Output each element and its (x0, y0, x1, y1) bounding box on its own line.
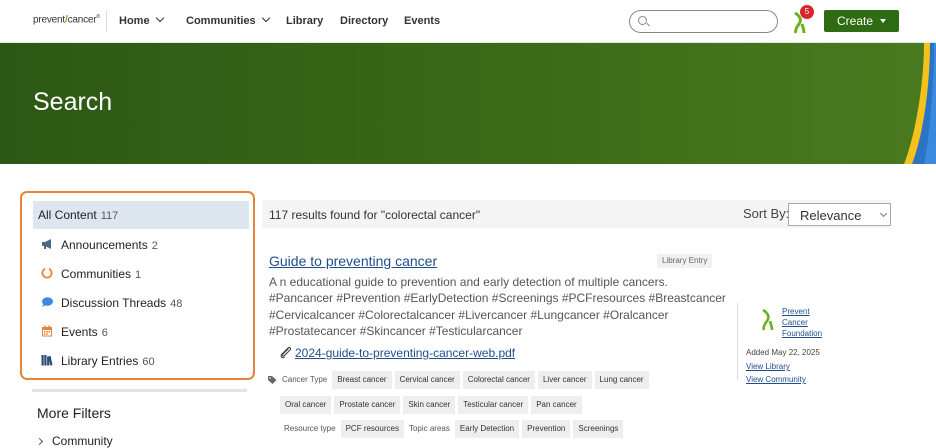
page-title: Search (33, 88, 113, 116)
filter-discussion-threads[interactable]: Discussion Threads 48 (33, 288, 249, 316)
filter-count: 1 (135, 269, 142, 281)
nav-events[interactable]: Events (404, 15, 440, 27)
foundation-ribbon-logo (762, 309, 774, 331)
logo-cancer: cancer (67, 14, 97, 26)
tag-chip[interactable]: Liver cancer (537, 371, 592, 389)
calendar-icon (42, 325, 52, 337)
results-summary: 117 results found for "colorectal cancer… (269, 208, 481, 222)
create-button-label: Create (836, 14, 874, 28)
filter-divider (32, 389, 247, 392)
filter-label: Communities (61, 267, 132, 281)
attachment-link[interactable]: 2024-guide-to-preventing-cancer-web.pdf (280, 346, 515, 360)
result-title-link[interactable]: Guide to preventing cancer (269, 253, 437, 269)
attachment-filename: 2024-guide-to-preventing-cancer-web.pdf (295, 346, 516, 360)
filter-label: Library Entries (61, 354, 139, 368)
content-type-filter-panel: All Content 117 Announcements 2 Communitie… (20, 191, 255, 380)
tag-chip[interactable]: Skin cancer (403, 396, 456, 414)
search-input[interactable] (652, 14, 772, 29)
filter-announcements[interactable]: Announcements 2 (33, 230, 249, 258)
tag-chip[interactable]: Prevention (522, 420, 571, 438)
result-type-badge: Library Entry (657, 254, 713, 268)
page-banner: Search (0, 43, 936, 164)
search-icon (638, 16, 647, 25)
filter-count: 48 (170, 298, 183, 310)
megaphone-icon (42, 239, 51, 249)
logo-trademark: ® (96, 14, 100, 20)
filter-count: 6 (101, 327, 108, 339)
chat-bubble-icon (42, 297, 53, 307)
topic-areas-label: Topic areas (408, 424, 450, 433)
chevron-down-icon (155, 13, 164, 23)
tag-chip[interactable]: Prostate cancer (334, 396, 401, 414)
tag-chip[interactable]: Breast cancer (332, 371, 392, 389)
filter-count: 60 (142, 356, 155, 368)
org-name-line: Cancer (782, 318, 808, 327)
sort-by-label: Sort By: (743, 206, 790, 221)
filter-count: 2 (151, 240, 158, 252)
nav-library[interactable]: Library (286, 15, 323, 27)
search-box[interactable] (629, 10, 778, 33)
top-nav: prevent/cancer® Home Communities Library… (0, 0, 936, 43)
filter-count: 117 (100, 210, 119, 222)
more-filters-heading: More Filters (37, 405, 111, 421)
nav-communities-label: Communities (186, 15, 256, 27)
notification-badge: 5 (800, 5, 814, 19)
tag-chip[interactable]: Testicular cancer (458, 396, 529, 414)
tag-icon (268, 376, 277, 384)
books-icon (41, 355, 53, 366)
sort-select-value: Relevance (800, 208, 862, 223)
nav-library-label: Library (286, 15, 324, 27)
cancer-type-tags-row-1: Cancer Type Breast cancer Cervical cancer C… (268, 371, 652, 389)
org-name-line: Prevent (782, 307, 810, 316)
nav-events-label: Events (404, 15, 441, 27)
site-logo[interactable]: prevent/cancer® (33, 14, 100, 25)
tag-chip[interactable]: Lung cancer (594, 371, 649, 389)
cancer-type-label: Cancer Type (282, 375, 328, 384)
org-card-divider (737, 303, 738, 380)
view-community-link[interactable]: View Community (746, 375, 806, 384)
community-filter-label: Community (52, 434, 113, 448)
tag-chip[interactable]: Pan cancer (531, 396, 582, 414)
filter-label: Discussion Threads (61, 296, 167, 310)
chevron-down-icon (261, 13, 270, 23)
view-library-link[interactable]: View Library (746, 362, 790, 371)
nav-directory[interactable]: Directory (340, 15, 388, 27)
nav-communities[interactable]: Communities (186, 13, 270, 27)
result-description: A n educational guide to prevention and … (269, 275, 726, 339)
filter-communities[interactable]: Communities 1 (33, 259, 249, 287)
tag-chip[interactable]: Screenings (573, 420, 624, 438)
resource-type-label: Resource type (284, 424, 336, 433)
tag-chip[interactable]: Early Detection (454, 420, 520, 438)
nav-divider (106, 10, 107, 32)
nav-home[interactable]: Home (119, 13, 164, 27)
banner-decoration (904, 43, 936, 164)
cancer-type-tags-row-2: Oral cancer Prostate cancer Skin cancer Tes… (280, 396, 585, 414)
tag-chip[interactable]: Oral cancer (280, 396, 332, 414)
filter-label: Events (61, 325, 98, 339)
tag-chip[interactable]: Colorectal cancer (462, 371, 535, 389)
filter-label: All Content (38, 208, 97, 222)
filter-library-entries[interactable]: Library Entries 60 (33, 346, 249, 374)
resource-topic-tags-row: Resource type PCF resources Topic areas Ear… (284, 420, 626, 438)
chevron-down-icon (879, 209, 888, 218)
org-name-line: Foundation (782, 329, 823, 338)
circle-icon (41, 267, 53, 279)
logo-prevent: prevent (33, 14, 65, 26)
create-button[interactable]: Create (824, 10, 899, 32)
tag-chip[interactable]: Cervical cancer (394, 371, 460, 389)
nav-home-label: Home (119, 15, 150, 27)
added-date: Added May 22, 2025 (746, 348, 820, 357)
caret-down-icon (880, 19, 887, 23)
org-name-link[interactable]: Prevent Cancer Foundation (782, 306, 842, 339)
tag-chip[interactable]: PCF resources (340, 420, 404, 438)
community-filter-toggle[interactable]: Community (35, 434, 113, 448)
filter-label: Announcements (61, 238, 148, 252)
filter-all-content[interactable]: All Content 117 (33, 201, 249, 229)
filter-events[interactable]: Events 6 (33, 317, 249, 345)
sort-select[interactable]: Relevance (788, 203, 891, 226)
nav-directory-label: Directory (340, 15, 389, 27)
